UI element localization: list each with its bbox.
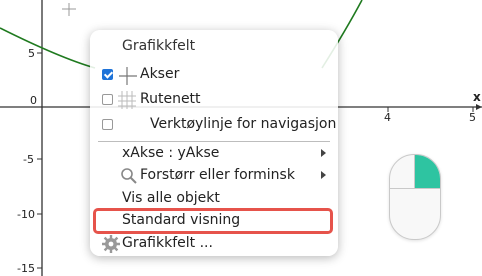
menu-title: Grafikkfelt <box>122 38 196 54</box>
menu-item-zoom[interactable]: Forstørr eller forminsk <box>90 165 338 187</box>
navigation-toolbar-checkbox[interactable] <box>102 119 113 130</box>
x-tick-0: 0 <box>30 94 37 107</box>
zoom-icon <box>121 168 137 184</box>
menu-item-label: Forstørr eller forminsk <box>140 167 295 183</box>
submenu-arrow-icon <box>321 171 326 179</box>
context-menu: Grafikkfelt Akser Rutenett Verktøylinje … <box>90 30 338 256</box>
menu-item-label: Rutenett <box>140 91 201 107</box>
menu-item-akser[interactable]: Akser <box>90 64 338 86</box>
menu-item-rutenett[interactable]: Rutenett <box>90 89 338 111</box>
x-axis-label: x <box>473 90 481 104</box>
y-tick-neg10: -10 <box>17 208 35 221</box>
mouse-divider <box>390 188 440 189</box>
mouse-divider <box>414 155 415 188</box>
rutenett-checkbox[interactable] <box>102 94 113 105</box>
y-tick-neg15: -15 <box>17 262 35 275</box>
grid-icon <box>118 91 136 109</box>
y-tick-5: 5 <box>28 47 35 60</box>
mouse-right-click-icon <box>389 154 441 240</box>
menu-item-xaxis-yaxis[interactable]: xAkse : yAkse <box>90 143 338 165</box>
axes-icon <box>119 67 137 85</box>
x-tick-4: 4 <box>384 111 391 124</box>
submenu-arrow-icon <box>321 149 326 157</box>
menu-item-label: xAkse : yAkse <box>122 145 220 161</box>
akser-checkbox[interactable] <box>102 69 113 80</box>
menu-item-navigation-toolbar[interactable]: Verktøylinje for navigasjon <box>90 114 338 136</box>
menu-item-show-all-objects[interactable]: Vis alle objekt <box>90 188 338 210</box>
menu-item-label: Vis alle objekt <box>122 190 220 206</box>
menu-item-graphics-settings[interactable]: Grafikkfelt ... <box>90 233 338 255</box>
gear-icon <box>102 235 120 253</box>
mouse-right-button-icon <box>415 155 440 188</box>
highlight-box <box>93 208 333 234</box>
y-tick-neg5: -5 <box>23 153 34 166</box>
menu-separator <box>98 141 330 142</box>
x-tick-5: 5 <box>469 111 476 124</box>
menu-item-label: Grafikkfelt ... <box>122 235 213 251</box>
menu-item-label: Akser <box>140 66 180 82</box>
menu-item-label: Verktøylinje for navigasjon <box>150 116 337 132</box>
